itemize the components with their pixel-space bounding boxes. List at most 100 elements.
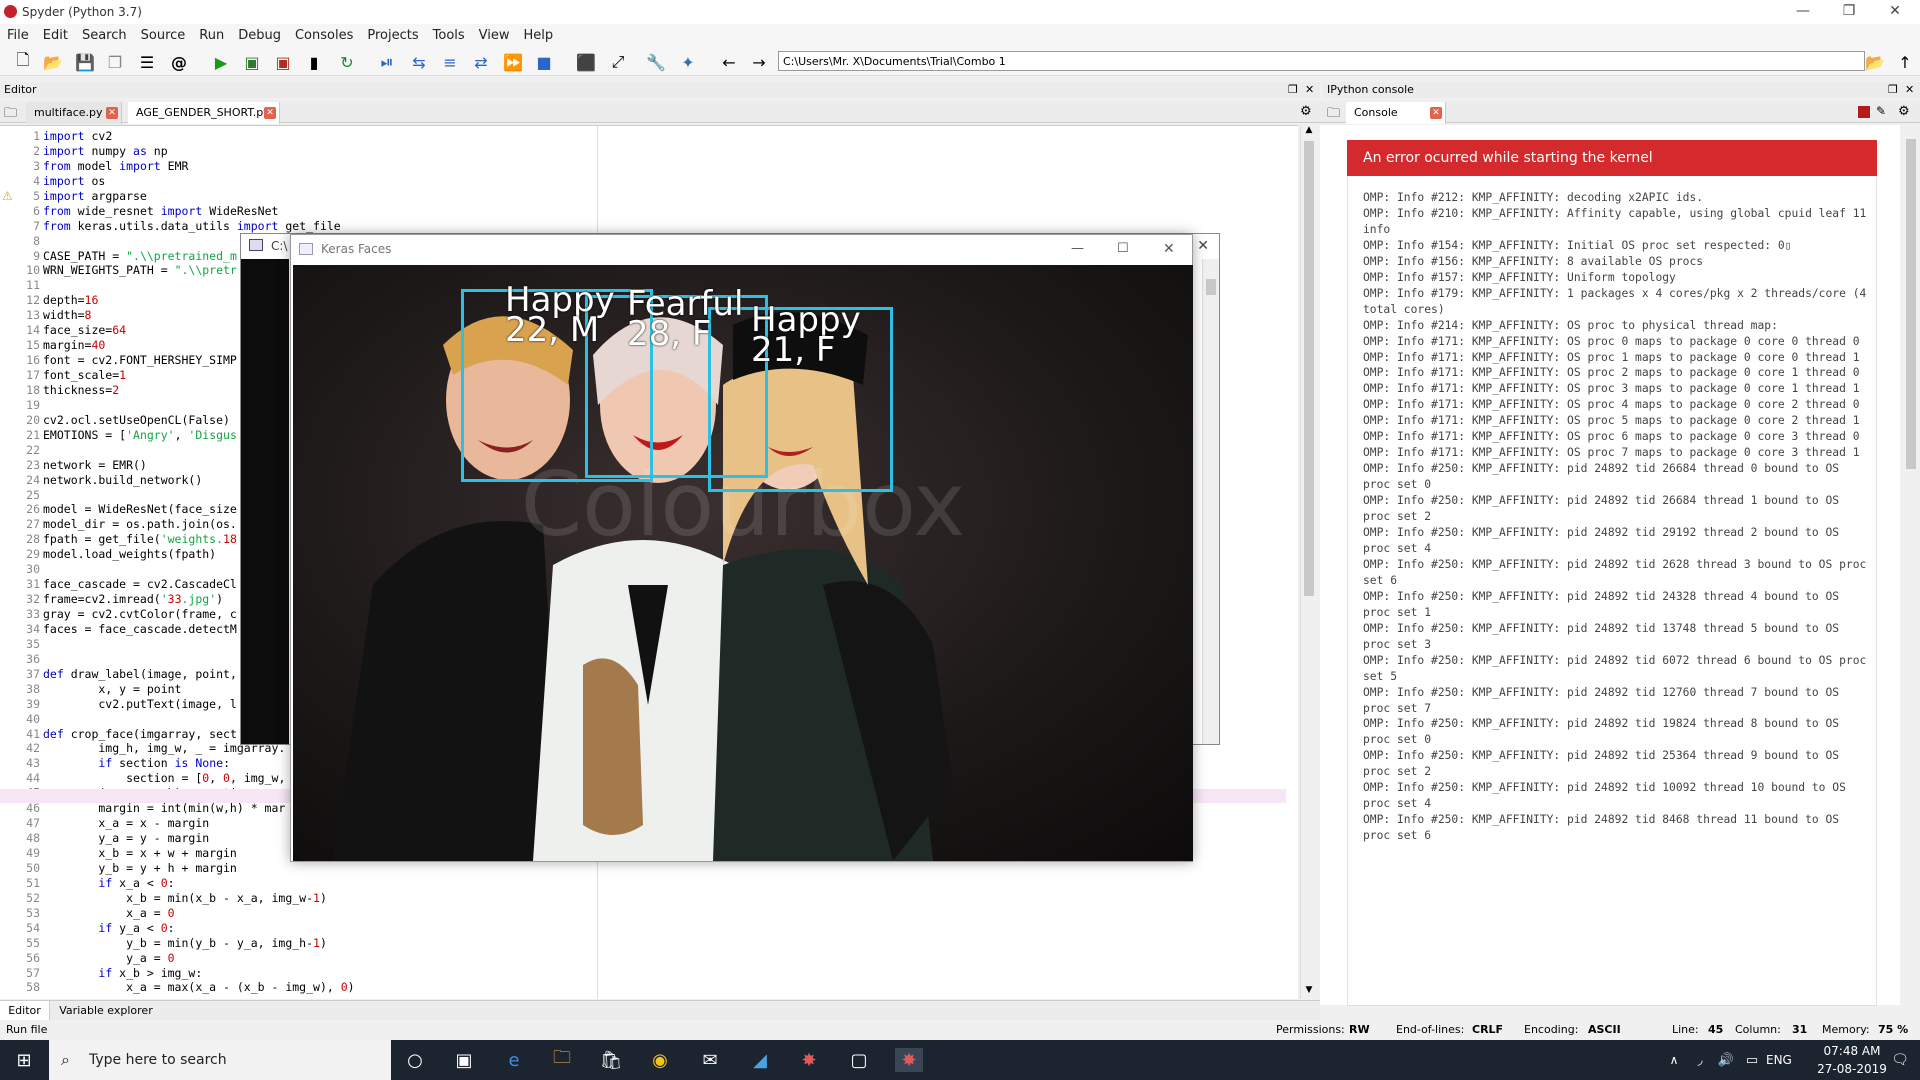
stop-debug-icon[interactable]: ■ <box>533 51 555 73</box>
console-vertical-scrollbar[interactable] <box>1903 125 1920 1005</box>
task-view-icon[interactable]: ▣ <box>450 1048 478 1072</box>
close-console-pane-icon[interactable]: ✕ <box>1905 82 1914 98</box>
menu-view[interactable]: View <box>472 28 517 43</box>
interrupt-kernel-icon[interactable] <box>1858 106 1870 118</box>
back-arrow-icon[interactable]: ← <box>718 51 740 73</box>
clear-console-icon[interactable]: ✎ <box>1876 104 1886 118</box>
keras-close-icon[interactable]: ✕ <box>1163 235 1175 263</box>
scroll-thumb[interactable] <box>1304 141 1314 596</box>
menu-tools[interactable]: Tools <box>426 28 472 43</box>
continue-icon[interactable]: ⏩ <box>502 51 524 73</box>
step-return-icon[interactable]: ⇄ <box>470 51 492 73</box>
spyder-active-taskbar-icon[interactable]: ✸ <box>895 1048 923 1072</box>
browse-console-tabs-icon[interactable]: 🗀 <box>1327 104 1340 126</box>
keras-minimize-icon[interactable]: — <box>1071 235 1084 263</box>
minimize-icon[interactable]: — <box>1780 0 1826 24</box>
menu-source[interactable]: Source <box>134 28 193 43</box>
show-hidden-icons-icon[interactable]: ∧ <box>1660 1048 1688 1072</box>
code-line[interactable]: import cv2 <box>43 129 1283 144</box>
new-file-icon[interactable]: 🗋 <box>12 50 34 73</box>
step-icon[interactable]: ⇆ <box>408 51 430 73</box>
undock-icon[interactable]: ❐ <box>1288 82 1298 98</box>
code-line[interactable]: import argparse <box>43 189 1283 204</box>
code-line[interactable]: if x_a < 0: <box>43 876 1283 891</box>
edge-browser-icon[interactable]: e <box>500 1048 528 1072</box>
close-tab-icon[interactable]: ✕ <box>106 107 118 119</box>
code-line[interactable]: import os <box>43 174 1283 189</box>
code-line[interactable]: x_a = 0 <box>43 906 1283 921</box>
close-tab-icon[interactable]: ✕ <box>264 107 276 119</box>
code-line[interactable]: x_b = min(x_b - x_a, img_w-1) <box>43 891 1283 906</box>
code-line[interactable]: import numpy as np <box>43 144 1283 159</box>
undock-console-icon[interactable]: ❐ <box>1888 82 1898 98</box>
code-line[interactable]: from wide_resnet import WideResNet <box>43 204 1283 219</box>
tab-multiface[interactable]: multiface.py ✕ <box>26 102 122 124</box>
browse-folder-icon[interactable]: 📂 <box>1864 51 1886 73</box>
tab-variable-explorer[interactable]: Variable explorer <box>52 1001 160 1020</box>
menu-edit[interactable]: Edit <box>36 28 75 43</box>
menu-debug[interactable]: Debug <box>231 28 288 43</box>
chrome-icon[interactable]: ◉ <box>646 1048 674 1072</box>
clock-time[interactable]: 07:48 AM <box>1812 1044 1892 1058</box>
python-path-icon[interactable]: ✦ <box>677 51 699 73</box>
tab-console-19a[interactable]: Console 19/A ✕ <box>1346 102 1446 141</box>
scroll-up-icon[interactable]: ▲ <box>1303 125 1315 139</box>
close-console-tab-icon[interactable]: ✕ <box>1430 107 1442 119</box>
tab-editor[interactable]: Editor <box>0 1001 50 1020</box>
code-line[interactable]: y_b = min(y_b - y_a, img_h-1) <box>43 936 1283 951</box>
cortana-icon[interactable]: ○ <box>401 1048 429 1072</box>
preferences-wrench-icon[interactable]: 🔧 <box>645 51 667 73</box>
mail-icon[interactable]: ✉ <box>696 1048 724 1072</box>
maximize-pane-icon[interactable]: ⬛ <box>575 51 597 73</box>
volume-icon[interactable]: 🔊 <box>1712 1048 1740 1072</box>
save-icon[interactable]: 💾 <box>74 51 96 73</box>
editor-options-gear-icon[interactable]: ⚙ <box>1300 104 1312 119</box>
tab-age-gender-short[interactable]: AGE_GENDER_SHORT.py ✕ <box>128 102 280 124</box>
rerun-icon[interactable]: ↻ <box>336 51 358 73</box>
menu-search[interactable]: Search <box>75 28 134 43</box>
menu-projects[interactable]: Projects <box>360 28 425 43</box>
open-file-icon[interactable]: 📂 <box>42 51 64 73</box>
python-window-icon[interactable]: ▢ <box>845 1048 873 1072</box>
step-into-icon[interactable]: ≡ <box>439 51 461 73</box>
code-line[interactable]: from model import EMR <box>43 159 1283 174</box>
code-line[interactable]: y_a = 0 <box>43 951 1283 966</box>
console-options-gear-icon[interactable]: ⚙ <box>1898 104 1910 119</box>
language-indicator[interactable]: ENG <box>1766 1053 1792 1067</box>
fullscreen-icon[interactable]: ⤢ <box>607 51 629 73</box>
cmd-scrollbar[interactable] <box>1202 259 1219 744</box>
menu-run[interactable]: Run <box>192 28 231 43</box>
console-scroll-thumb[interactable] <box>1906 139 1916 469</box>
menu-file[interactable]: File <box>0 28 36 43</box>
run-cell-icon[interactable]: ▣ <box>241 51 263 73</box>
parent-dir-icon[interactable]: ↑ <box>1894 51 1916 73</box>
keras-faces-window[interactable]: Keras Faces — ☐ ✕ Colourbox Happy 22, M … <box>290 234 1193 862</box>
run-selection-icon[interactable]: ▮ <box>303 51 325 73</box>
code-line[interactable]: x_a = max(x_a - (x_b - img_w), 0) <box>43 980 1283 995</box>
cmd-close-icon[interactable]: ✕ <box>1197 234 1209 258</box>
forward-arrow-icon[interactable]: → <box>748 51 770 73</box>
menu-consoles[interactable]: Consoles <box>288 28 360 43</box>
cmd-scroll-thumb[interactable] <box>1206 279 1216 295</box>
clock-date[interactable]: 27-08-2019 <box>1812 1062 1892 1076</box>
spyder-taskbar-icon[interactable]: ✸ <box>795 1048 823 1072</box>
run-icon[interactable]: ▶ <box>210 51 232 73</box>
app-icon[interactable]: ◢ <box>746 1048 774 1072</box>
close-pane-icon[interactable]: ✕ <box>1305 82 1314 98</box>
working-directory-field[interactable] <box>778 51 1865 71</box>
notifications-icon[interactable]: 🗨 <box>1886 1048 1914 1072</box>
file-explorer-icon[interactable]: 🗀 <box>548 1047 576 1072</box>
code-line[interactable]: if y_a < 0: <box>43 921 1283 936</box>
list-icon[interactable]: ☰ <box>136 51 158 73</box>
code-line[interactable]: y_b = y + h + margin <box>43 861 1283 876</box>
keras-maximize-icon[interactable]: ☐ <box>1117 235 1129 263</box>
debug-icon[interactable]: ⏯ <box>376 51 398 73</box>
store-icon[interactable]: 🛍 <box>597 1048 625 1072</box>
windows-start-icon[interactable]: ⊞ <box>10 1048 38 1072</box>
save-all-icon[interactable]: ❐ <box>104 51 126 73</box>
scroll-down-icon[interactable]: ▼ <box>1303 985 1315 999</box>
at-icon[interactable]: @ <box>168 51 190 73</box>
battery-icon[interactable]: ▭ <box>1738 1048 1766 1072</box>
run-cell-advance-icon[interactable]: ▣ <box>272 51 294 73</box>
browse-tabs-icon[interactable]: 🗀 <box>4 104 17 126</box>
